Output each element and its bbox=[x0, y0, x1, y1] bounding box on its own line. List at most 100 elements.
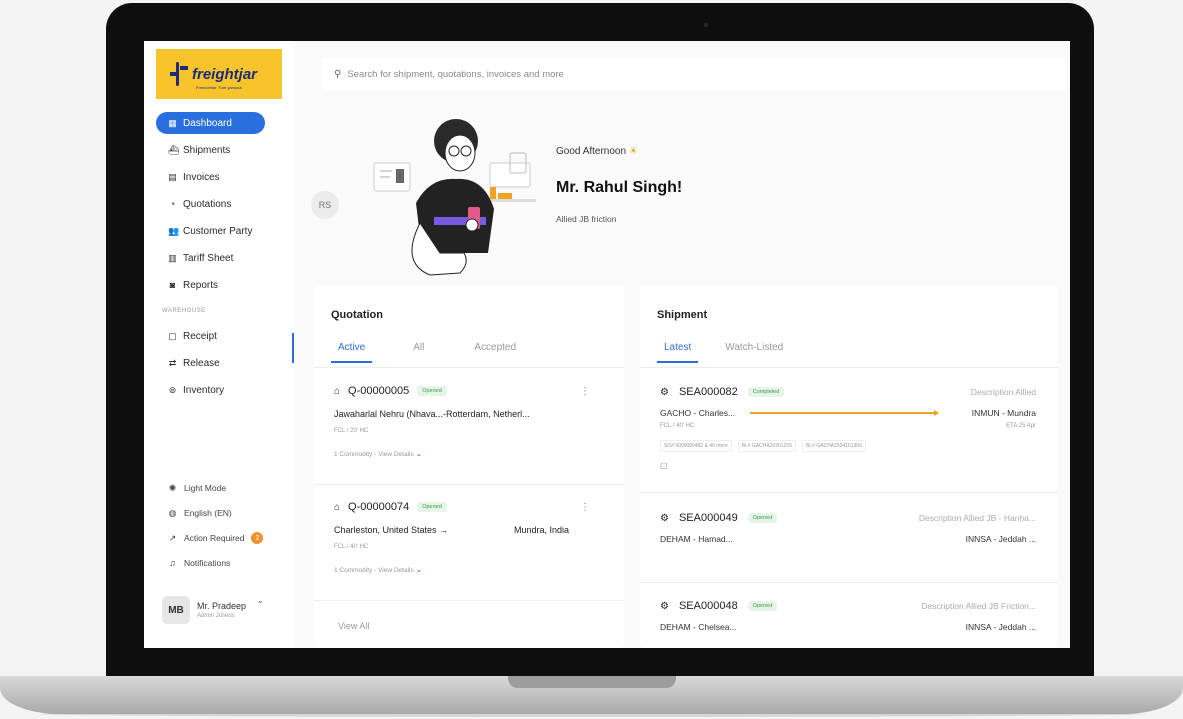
language-selector[interactable]: ◍ English (EN) bbox=[156, 504, 286, 522]
sidebar-item-shipments[interactable]: ⛴ Shipments bbox=[156, 139, 282, 161]
destination-port: INMUN - Mundra bbox=[971, 408, 1036, 418]
origin-port: DEHAM - Hamad... bbox=[660, 534, 733, 544]
user-name: Mr. Pradeep bbox=[197, 601, 247, 611]
quotation-id: Q-00000074 bbox=[348, 501, 410, 513]
action-required-item[interactable]: ↗ Action Required 2 bbox=[156, 529, 286, 547]
quotation-id-row: ⌂ Q-00000005 Opened bbox=[334, 385, 447, 397]
sidebar-item-label: Reports bbox=[183, 279, 219, 291]
invoice-icon: ▤ bbox=[168, 171, 177, 182]
tag[interactable]: SO# 5000000482 & 40 more bbox=[660, 440, 732, 452]
logo-text: freightjar bbox=[192, 65, 258, 83]
origin-port: GACHO - Charles... bbox=[660, 408, 736, 418]
card-title: Shipment bbox=[657, 309, 708, 321]
shipment-id: SEA000082 bbox=[678, 386, 738, 398]
tab-latest[interactable]: Latest bbox=[657, 340, 699, 363]
tab-active[interactable]: Active bbox=[331, 340, 373, 363]
sidebar-item-label: Invoices bbox=[183, 171, 220, 183]
sidebar-item-label: Inventory bbox=[183, 384, 225, 396]
tab-accepted[interactable]: Accepted bbox=[467, 340, 523, 363]
ship-icon: ⚙ bbox=[660, 512, 669, 524]
bottom-item-label: Action Required bbox=[184, 533, 245, 543]
sidebar: freightjar Freedomlar. Tum yamuna ▦ Dash… bbox=[144, 41, 294, 648]
card-title: Quotation bbox=[331, 309, 383, 321]
chevron-down-icon[interactable]: ⌄ bbox=[257, 596, 264, 605]
company-name: Allied JB friction bbox=[556, 214, 617, 224]
commodity-link[interactable]: 1 Commodity - View Details ⌄ bbox=[334, 449, 422, 458]
bottom-menu: ✺ Light Mode ◍ English (EN) ↗ Action Req… bbox=[156, 479, 286, 579]
reference-tags: SO# 5000000482 & 40 more BL# GACHA202612… bbox=[660, 440, 866, 452]
notifications-item[interactable]: ♫ Notifications bbox=[156, 554, 286, 572]
sidebar-item-label: Receipt bbox=[183, 330, 217, 342]
action-icon: ↗ bbox=[168, 532, 177, 543]
container-spec: FCL / 20' HC bbox=[334, 428, 369, 434]
avatar: MB bbox=[162, 596, 190, 624]
user-profile[interactable]: MB Mr. Pradeep Admin Joseos ⌄ bbox=[156, 590, 282, 630]
laptop-mockup: freightjar Freedomlar. Tum yamuna ▦ Dash… bbox=[0, 0, 1183, 719]
sheet-icon: ▥ bbox=[168, 252, 177, 263]
globe-icon: ◍ bbox=[168, 507, 177, 518]
sidebar-item-tariff-sheet[interactable]: ▥ Tariff Sheet bbox=[156, 247, 282, 269]
quotation-list-item[interactable]: ⌂ Q-00000074 Opened ⋮ Charleston, United… bbox=[314, 493, 624, 601]
commodity-label: 1 Commodity - View Details bbox=[334, 451, 414, 458]
search-icon: ⚲ bbox=[334, 68, 342, 80]
logo[interactable]: freightjar Freedomlar. Tum yamuna bbox=[156, 49, 282, 99]
shipment-id: SEA000049 bbox=[678, 512, 738, 524]
bottom-item-label: Light Mode bbox=[184, 483, 227, 493]
tag[interactable]: BL# GACHA20261255 bbox=[737, 440, 796, 452]
laptop-notch bbox=[508, 676, 676, 688]
quotation-route: Jawaharlal Nehru (Nhava...-Rotterdam, Ne… bbox=[334, 409, 530, 419]
more-options-icon[interactable]: ⋮ bbox=[580, 502, 590, 513]
box-icon: ⌂ bbox=[334, 385, 341, 397]
view-all-link[interactable]: View All bbox=[338, 621, 369, 631]
light-mode-toggle[interactable]: ✺ Light Mode bbox=[156, 479, 286, 497]
sidebar-item-invoices[interactable]: ▤ Invoices bbox=[156, 166, 282, 188]
greeting-text: Good Afternoon ☀ bbox=[556, 146, 638, 157]
more-options-icon[interactable]: ⋮ bbox=[580, 386, 590, 397]
shipment-tabs: Latest Watch-Listed bbox=[657, 340, 790, 363]
quotation-route-to: Mundra, India bbox=[514, 525, 570, 535]
commodity-label: 1 Commodity - View Details bbox=[334, 567, 414, 574]
quotation-card: Quotation Active All Accepted ⌂ Q-000000… bbox=[314, 285, 624, 648]
chevron-down-icon: ⌄ bbox=[415, 449, 423, 458]
welcome-illustration bbox=[373, 119, 536, 276]
sidebar-item-reports[interactable]: ◙ Reports bbox=[156, 274, 282, 296]
box-icon: ⌂ bbox=[334, 501, 341, 513]
shipment-id-row: ⚙ SEA000049 Opened bbox=[660, 512, 778, 524]
sun-icon: ☀ bbox=[628, 146, 638, 157]
shipment-list-item[interactable]: ⚙ SEA000082 Completed Description Allied… bbox=[640, 377, 1058, 493]
status-badge: Opened bbox=[417, 502, 447, 512]
status-badge: Opened bbox=[747, 601, 778, 611]
shipment-id-row: ⚙ SEA000048 Opened bbox=[660, 600, 778, 612]
container-spec: FCL / 40' HC bbox=[660, 423, 695, 429]
sidebar-item-label: Customer Party bbox=[183, 225, 253, 237]
quotation-icon: ◔ bbox=[169, 198, 176, 209]
shipment-list-item[interactable]: ⚙ SEA000049 Opened Description Allied JB… bbox=[640, 503, 1058, 583]
ship-icon: ⚙ bbox=[660, 386, 669, 398]
sidebar-item-quotations[interactable]: ◔ Quotations bbox=[156, 193, 282, 215]
sidebar-item-customer-party[interactable]: 👥 Customer Party bbox=[156, 220, 282, 242]
quotation-list-item[interactable]: ⌂ Q-00000005 Opened ⋮ Jawaharlal Nehru (… bbox=[314, 377, 624, 485]
sidebar-item-inventory[interactable]: ⊚ Inventory bbox=[156, 379, 282, 401]
tab-watch-listed[interactable]: Watch-Listed bbox=[718, 340, 790, 363]
shipment-card: Shipment Latest Watch-Listed ⚙ SEA000082… bbox=[640, 285, 1058, 648]
sidebar-item-dashboard[interactable]: ▦ Dashboard bbox=[156, 112, 265, 134]
sidebar-item-label: Release bbox=[183, 357, 220, 369]
shipment-list-item[interactable]: ⚙ SEA000048 Opened Description Allied JB… bbox=[640, 591, 1058, 648]
tab-all[interactable]: All bbox=[406, 340, 431, 363]
logo-tagline: Freedomlar. Tum yamuna bbox=[196, 85, 242, 90]
search-input[interactable]: Search for shipment, quotations, invoice… bbox=[347, 69, 564, 80]
quotation-id-row: ⌂ Q-00000074 Opened bbox=[334, 501, 447, 513]
status-badge: Opened bbox=[747, 513, 778, 523]
tag[interactable]: BL# GACHA2504161306 bbox=[801, 440, 866, 452]
bottom-item-label: Notifications bbox=[184, 558, 231, 568]
sidebar-item-receipt[interactable]: ▢ Receipt bbox=[156, 325, 282, 347]
sun-icon: ✺ bbox=[168, 482, 177, 493]
quotation-route-from: Charleston, United States → bbox=[334, 525, 449, 535]
shipment-id: SEA000048 bbox=[678, 600, 738, 612]
sidebar-item-release[interactable]: ⇄ Release bbox=[156, 352, 282, 374]
sidebar-scrollbar[interactable] bbox=[292, 333, 294, 363]
document-icon[interactable]: ▢ bbox=[660, 461, 668, 470]
commodity-link[interactable]: 1 Commodity - View Details ⌄ bbox=[334, 565, 422, 574]
hero-avatar[interactable]: RS bbox=[311, 191, 339, 219]
search-bar[interactable]: ⚲ Search for shipment, quotations, invoi… bbox=[322, 57, 1066, 91]
